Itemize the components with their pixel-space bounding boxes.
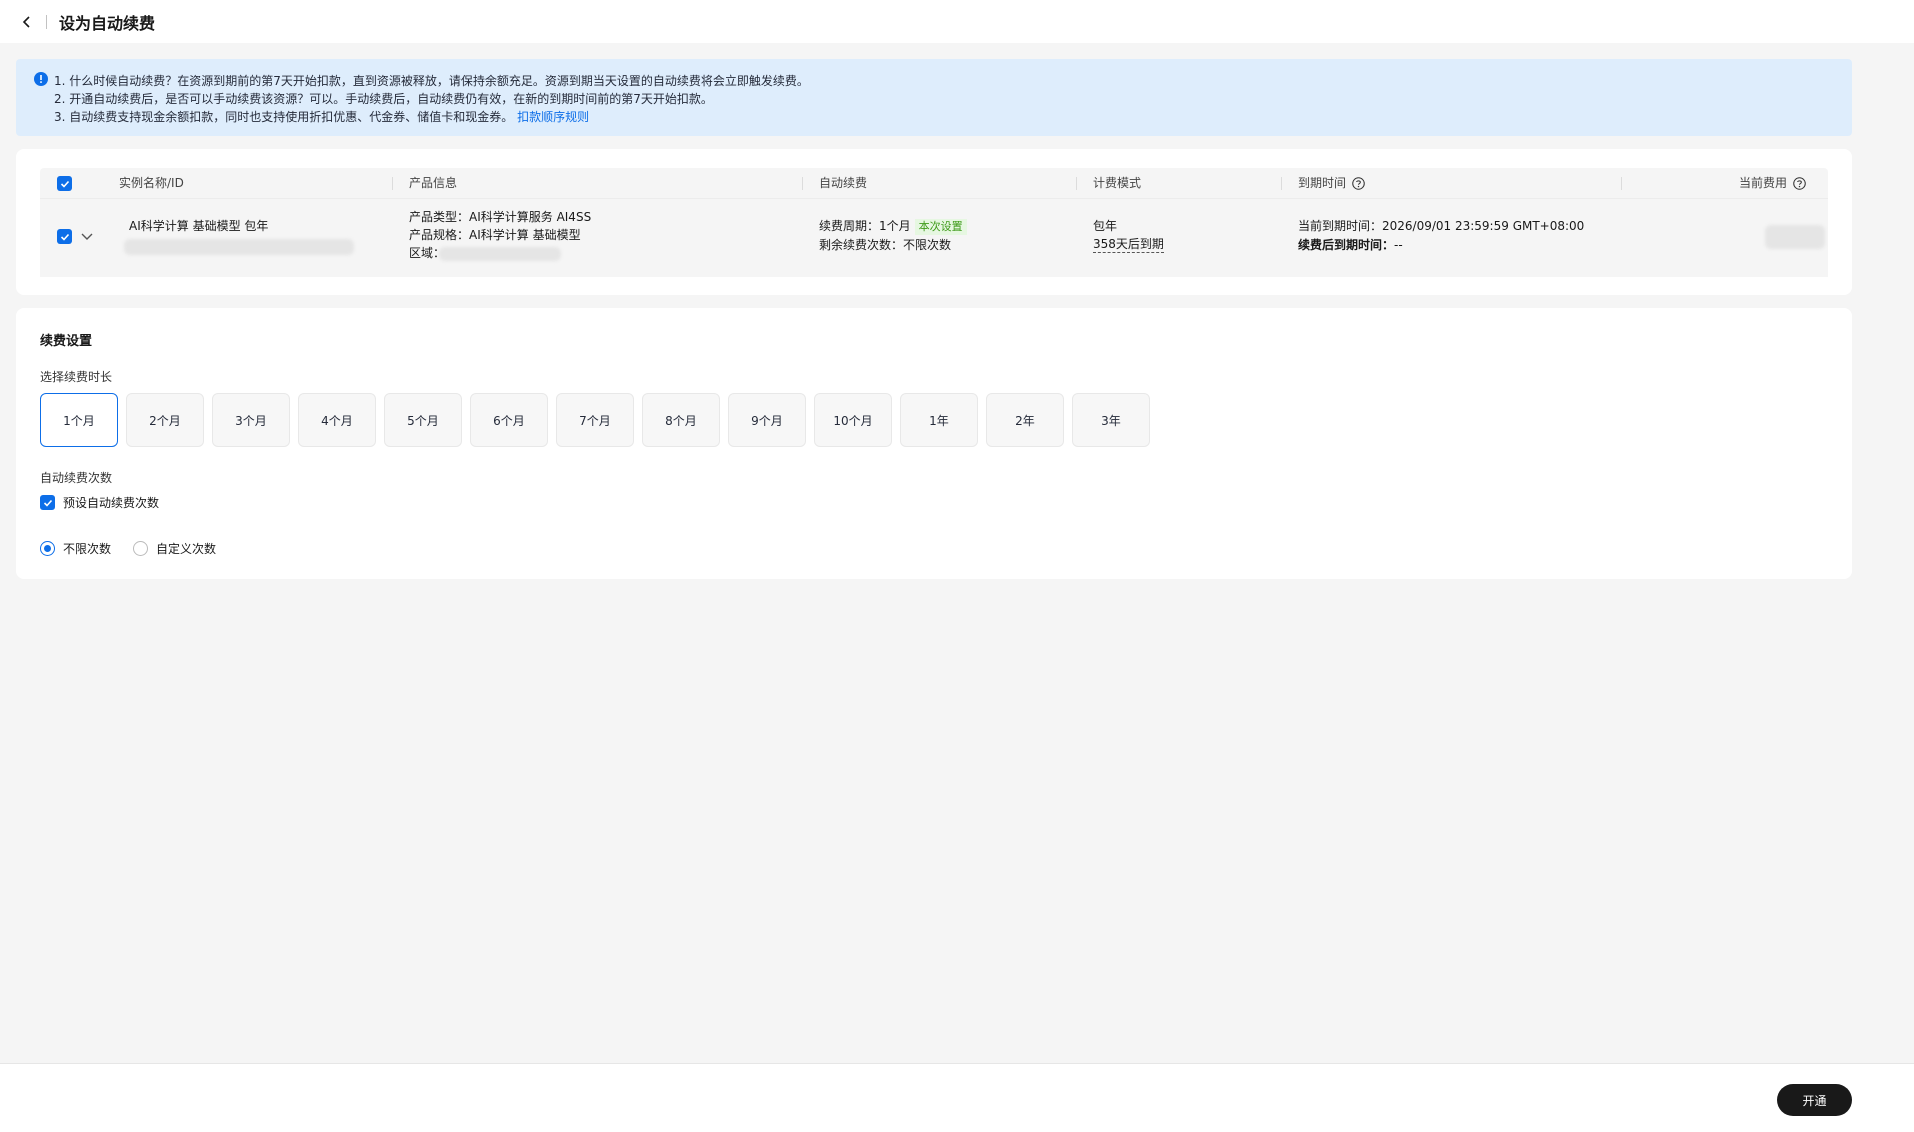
col-expire-label: 到期时间 [1298, 176, 1347, 190]
duration-option[interactable]: 4个月 [298, 393, 376, 447]
help-icon[interactable] [1352, 177, 1365, 190]
duration-option[interactable]: 9个月 [728, 393, 806, 447]
radio-unlimited[interactable]: 不限次数 [40, 540, 111, 557]
billing-expire-countdown[interactable]: 358天后到期 [1093, 236, 1164, 253]
region-redacted [439, 247, 561, 261]
renew-tag: 本次设置 [914, 219, 967, 235]
chevron-down-icon [81, 233, 93, 240]
preset-count-checkbox[interactable]: 预设自动续费次数 [40, 494, 159, 511]
title-divider [46, 14, 47, 29]
page-title: 设为自动续费 [59, 13, 156, 33]
after-renew-label: 续费后到期时间： [1298, 238, 1395, 252]
activate-button[interactable]: 开通 [1777, 1084, 1852, 1116]
current-expire-time: 当前到期时间：2026/09/01 23:59:59 GMT+08:00 [1298, 219, 1585, 233]
instance-name: AI科学计算 基础模型 包年 [129, 219, 269, 233]
settings-title: 续费设置 [40, 334, 93, 349]
col-expire-time: 到期时间 [1298, 168, 1365, 198]
col-billing-mode: 计费模式 [1093, 176, 1142, 190]
duration-option[interactable]: 8个月 [642, 393, 720, 447]
duration-option[interactable]: 2年 [986, 393, 1064, 447]
billing-mode: 包年 [1093, 219, 1118, 233]
count-label: 自动续费次数 [40, 471, 113, 485]
chevron-left-icon [22, 15, 30, 28]
resource-card: 实例名称/ID 产品信息 自动续费 计费模式 到期时间 当前费用 AI科学计算 … [16, 149, 1852, 295]
col-product: 产品信息 [409, 176, 458, 190]
radio-unlimited-label: 不限次数 [63, 542, 112, 556]
col-fee-label: 当前费用 [1739, 176, 1788, 190]
duration-options: 1个月 2个月 3个月 4个月 5个月 6个月 7个月 8个月 9个月 10个月… [40, 393, 1150, 447]
duration-option[interactable]: 5个月 [384, 393, 462, 447]
info-icon [34, 72, 48, 86]
col-separator [1076, 177, 1077, 190]
product-spec: 产品规格：AI科学计算 基础模型 [409, 228, 581, 242]
duration-option[interactable]: 3个月 [212, 393, 290, 447]
top-bar: 设为自动续费 [0, 0, 1914, 43]
col-separator [1621, 177, 1622, 190]
row-checkbox[interactable] [57, 229, 72, 244]
expand-toggle[interactable] [80, 229, 94, 246]
duration-option[interactable]: 1年 [900, 393, 978, 447]
table-header: 实例名称/ID 产品信息 自动续费 计费模式 到期时间 当前费用 [40, 168, 1828, 198]
radio-dot-selected[interactable] [40, 541, 55, 556]
notice-line-2: 2. 开通自动续费后，是否可以手动续费该资源？可以。手动续费后，自动续费仍有效，… [54, 92, 713, 106]
radio-dot[interactable] [133, 541, 149, 556]
notice-line-1: 1. 什么时候自动续费？在资源到期前的第7天开始扣款，直到资源被释放，请保持余额… [54, 74, 809, 88]
col-separator [1281, 177, 1282, 190]
duration-option[interactable]: 3年 [1072, 393, 1150, 447]
radio-custom[interactable]: 自定义次数 [133, 540, 216, 557]
product-type: 产品类型：AI科学计算服务 AI4SS [409, 210, 592, 224]
current-fee-redacted [1765, 225, 1825, 249]
duration-option[interactable]: 6个月 [470, 393, 548, 447]
back-button[interactable] [16, 11, 38, 33]
duration-option[interactable]: 7个月 [556, 393, 634, 447]
renew-settings-card: 续费设置 选择续费时长 1个月 2个月 3个月 4个月 5个月 6个月 7个月 … [16, 308, 1852, 579]
renew-remaining: 剩余续费次数：不限次数 [819, 238, 952, 252]
check-icon [60, 233, 69, 241]
renew-period-text: 续费周期：1个月 [819, 219, 911, 233]
notice-line-3-text: 3. 自动续费支持现金余额扣款，同时也支持使用折扣优惠、代金券、储值卡和现金券。 [54, 110, 514, 124]
resource-table: 实例名称/ID 产品信息 自动续费 计费模式 到期时间 当前费用 AI科学计算 … [40, 168, 1828, 277]
info-notice: 1. 什么时候自动续费？在资源到期前的第7天开始扣款，直到资源被释放，请保持余额… [16, 59, 1852, 136]
duration-option[interactable]: 1个月 [40, 393, 118, 447]
preset-count-label: 预设自动续费次数 [63, 496, 160, 510]
deduction-rules-link[interactable]: 扣款顺序规则 [517, 110, 589, 124]
col-separator [802, 177, 803, 190]
col-current-fee: 当前费用 [1739, 168, 1806, 198]
duration-option[interactable]: 10个月 [814, 393, 892, 447]
renew-period: 续费周期：1个月 本次设置 [819, 217, 967, 235]
col-auto-renew: 自动续费 [819, 176, 868, 190]
radio-custom-label: 自定义次数 [156, 542, 217, 556]
duration-option[interactable]: 2个月 [126, 393, 204, 447]
check-icon [60, 180, 69, 188]
table-row: AI科学计算 基础模型 包年 产品类型：AI科学计算服务 AI4SS 产品规格：… [40, 198, 1828, 277]
check-icon [43, 499, 52, 507]
instance-id-redacted [124, 239, 354, 255]
duration-label: 选择续费时长 [40, 370, 113, 384]
checkbox-box[interactable] [40, 495, 55, 510]
select-all-checkbox[interactable] [57, 176, 72, 191]
col-instance: 实例名称/ID [119, 176, 184, 190]
after-renew-value: -- [1394, 238, 1403, 252]
after-renew-expire: 续费后到期时间：-- [1298, 236, 1403, 254]
count-radio-group: 不限次数 自定义次数 [40, 540, 216, 557]
notice-line-3: 3. 自动续费支持现金余额扣款，同时也支持使用折扣优惠、代金券、储值卡和现金券。… [54, 108, 1836, 126]
footer-bar: 开通 [0, 1063, 1914, 1132]
col-separator [392, 177, 393, 190]
help-icon[interactable] [1793, 177, 1806, 190]
